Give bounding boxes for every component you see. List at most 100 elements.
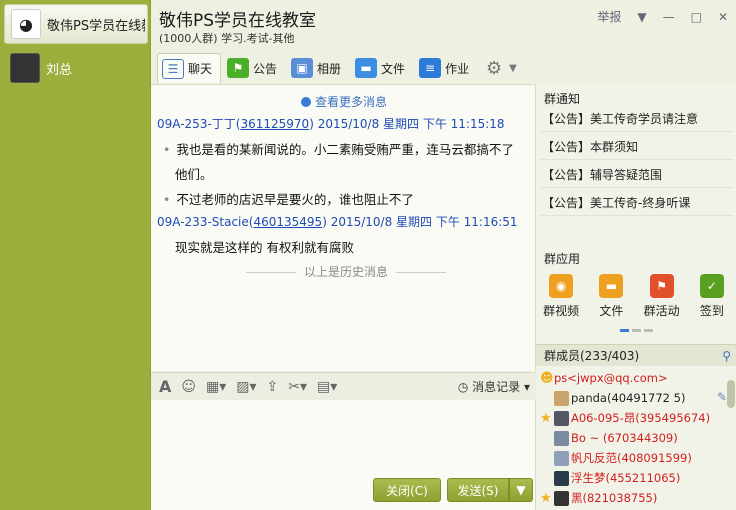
font-icon[interactable]: A: [159, 377, 171, 396]
app-group-video[interactable]: ◉ 群视频: [538, 274, 584, 319]
tab-label: 相册: [317, 61, 342, 76]
tab-label: 文件: [381, 61, 406, 76]
sender-qq-link[interactable]: 460135495: [253, 215, 322, 229]
member-item[interactable]: 帆凡反范(408091599): [540, 448, 692, 468]
member-avatar: [554, 490, 569, 506]
maximize-icon[interactable]: □: [691, 10, 702, 24]
notice-item[interactable]: 【公告】美工传奇-终身听课: [540, 190, 733, 216]
tab-chat[interactable]: ☰ 聊天: [157, 53, 222, 83]
group-apps: ◉ 群视频 ▬ 文件 ⚑ 群活动 ✓ 签到: [536, 274, 736, 319]
emoji-icon[interactable]: ☺: [181, 379, 196, 395]
conversation-item-liuzong[interactable]: 刘总: [4, 48, 148, 88]
member-item[interactable]: ★ 黑(821038755): [540, 488, 657, 508]
notice-item[interactable]: 【公告】美工传奇学员请注意: [540, 106, 733, 132]
image-icon[interactable]: ▨▾: [236, 379, 256, 395]
apps-pager[interactable]: [620, 329, 653, 332]
message-time: 2015/10/8 星期四 下午 11:16:51: [330, 215, 518, 229]
member-item[interactable]: panda(40491772 5): [540, 388, 685, 408]
announcement-icon: ⚑: [227, 58, 250, 78]
gear-icon: ⚙: [486, 57, 503, 79]
tab-files[interactable]: ▬ 文件: [351, 53, 413, 83]
search-icon[interactable]: ⚲: [722, 345, 731, 367]
sender-name: 09A-253-丁丁: [157, 117, 236, 131]
input-toolbar: A ☺ ▦▾ ▨▾ ⇪ ✂▾ ▤▾ ◷ 消息记录 ▾: [151, 372, 536, 400]
more-icon[interactable]: ▤▾: [317, 379, 337, 395]
member-item[interactable]: ☻ ps<jwpx@qq.com>: [540, 368, 668, 388]
gif-icon[interactable]: ▦▾: [206, 379, 226, 395]
group-title: 敬伟PS学员在线教室: [159, 11, 317, 31]
album-icon: ▣: [291, 58, 314, 78]
tab-album[interactable]: ▣ 相册: [287, 53, 349, 83]
app-label: 群视频: [543, 304, 580, 318]
send-button[interactable]: 发送(S): [447, 478, 509, 502]
load-more-link[interactable]: 查看更多消息: [301, 93, 387, 110]
member-item[interactable]: ★ A06-095-昂(395495674): [540, 408, 710, 428]
conversation-name: 刘总: [46, 62, 73, 78]
group-info-panel: 群通知 【公告】美工传奇学员请注意 【公告】本群须知 【公告】辅导答疑范围 【公…: [536, 84, 736, 510]
tab-bar: ☰ 聊天 ⚑ 公告 ▣ 相册 ▬ 文件 ≡ 作业 ⚙ ▼: [157, 52, 527, 84]
app-checkin[interactable]: ✓ 签到: [689, 274, 735, 319]
history-divider: 以上是历史消息: [231, 263, 461, 280]
send-options-chevron-icon[interactable]: ▼: [509, 478, 533, 502]
chevron-down-icon: ▼: [509, 62, 517, 74]
member-item[interactable]: Bo ~ (670344309): [540, 428, 678, 448]
member-avatar: [554, 390, 569, 406]
message-history-button[interactable]: ◷ 消息记录 ▾: [458, 378, 530, 395]
upload-icon[interactable]: ⇪: [267, 379, 279, 395]
member-avatar: [554, 450, 569, 466]
star-icon: ★: [540, 410, 552, 426]
member-avatar: [554, 430, 569, 446]
message-text: 我也是看的某新闻说的。小二素贿受贿严重，连马云都搞不了: [176, 142, 514, 157]
message-line: 现实就是这样的 有权利就有腐败: [175, 237, 354, 256]
member-avatar: [554, 470, 569, 486]
history-label: 消息记录: [472, 380, 521, 394]
message-line: • 我也是看的某新闻说的。小二素贿受贿严重，连马云都搞不了: [163, 142, 514, 157]
tab-label: 作业: [445, 61, 470, 76]
close-button[interactable]: 关闭(C): [373, 478, 441, 502]
message-header: 09A-253-丁丁(361125970) 2015/10/8 星期四 下午 1…: [157, 117, 505, 131]
message-time: 2015/10/8 星期四 下午 11:15:18: [317, 117, 505, 131]
group-avatar: ◕: [11, 9, 41, 39]
edit-icon[interactable]: ✎: [717, 390, 727, 404]
sender-name: 09A-233-Stacie: [157, 215, 249, 229]
window-controls: 举报 ▼ — □ ✕: [597, 8, 728, 25]
member-avatar: [554, 410, 569, 426]
message-text: 现实就是这样的 有权利就有腐败: [175, 240, 354, 255]
contact-avatar: [10, 53, 40, 83]
close-icon[interactable]: ✕: [718, 10, 728, 24]
message-text: 他们。: [175, 167, 213, 182]
member-item[interactable]: 浮生梦(455211065): [540, 468, 680, 488]
tab-homework[interactable]: ≡ 作业: [415, 53, 477, 83]
member-icon: ☻: [540, 370, 554, 386]
app-activity[interactable]: ⚑ 群活动: [639, 274, 685, 319]
member-name: 黑(821038755): [571, 491, 658, 505]
flag-icon: ⚑: [649, 274, 674, 298]
dropdown-icon[interactable]: ▼: [637, 10, 646, 24]
app-files[interactable]: ▬ 文件: [588, 274, 634, 319]
member-name: 浮生梦(455211065): [571, 471, 681, 485]
star-icon: ★: [540, 490, 552, 506]
member-name: panda(40491772 5): [571, 391, 686, 405]
tab-announcement[interactable]: ⚑ 公告: [223, 53, 285, 83]
sender-qq-link[interactable]: 361125970: [240, 117, 309, 131]
settings-menu[interactable]: ⚙ ▼: [479, 53, 525, 83]
apps-title: 群应用: [544, 252, 581, 266]
minimize-icon[interactable]: —: [663, 10, 675, 24]
group-subtitle: (1000人群) 学习.考试-其他: [159, 32, 295, 45]
members-scrollbar[interactable]: [727, 380, 735, 408]
chat-icon: ☰: [162, 58, 184, 79]
app-label: 文件: [599, 304, 624, 318]
members-title: 群成员(233/403): [544, 349, 640, 363]
notice-item[interactable]: 【公告】本群须知: [540, 134, 733, 160]
video-icon: ◉: [549, 274, 574, 298]
report-link[interactable]: 举报: [597, 8, 621, 25]
member-name: ps<jwpx@qq.com>: [554, 371, 668, 385]
conversation-item-group[interactable]: ◕ 敬伟PS学员在线教室: [4, 4, 148, 44]
clock-icon: [301, 97, 311, 107]
member-name: Bo ~ (670344309): [571, 431, 678, 445]
message-area: 查看更多消息 09A-253-丁丁(361125970) 2015/10/8 星…: [151, 84, 536, 371]
scissors-icon[interactable]: ✂▾: [288, 379, 307, 395]
tab-label: 公告: [253, 61, 278, 76]
checkmark-icon: ✓: [699, 274, 724, 298]
notice-item[interactable]: 【公告】辅导答疑范围: [540, 162, 733, 188]
